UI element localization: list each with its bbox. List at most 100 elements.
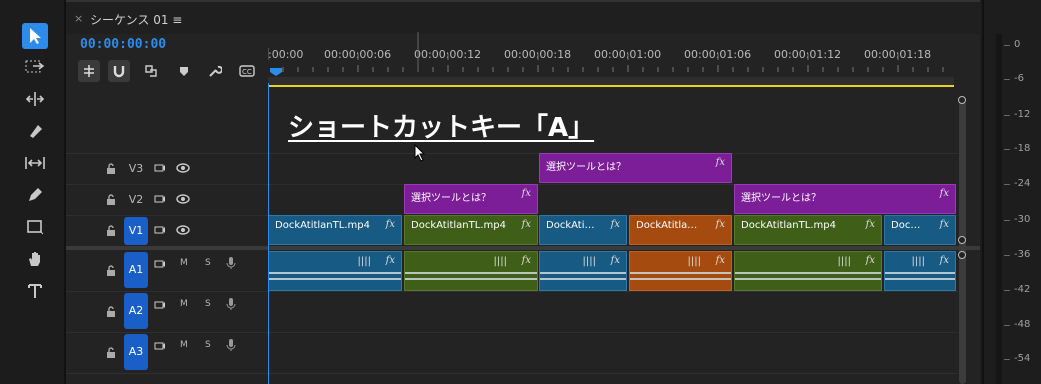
sync-lock-icon[interactable] [154,299,166,310]
eye-icon[interactable] [176,194,190,204]
clip-v1[interactable]: DockAtitlanTL.mp4 fx [734,215,882,245]
meter-label: -42 [1014,284,1031,295]
clip-v1[interactable]: DockAtitlanTL.mp4 fx [404,215,538,245]
sync-lock-icon[interactable] [154,340,166,351]
audio-meter-panel: 0 -6 -12 -18 -24 -30 -36 -42 -48 -54 [982,0,1041,384]
selection-arrow-icon [30,28,41,44]
track-header-a2[interactable]: A2 M S [66,291,268,332]
rectangle-button[interactable] [22,214,48,240]
track-name-selected[interactable]: A3 [124,334,148,370]
lock-icon[interactable] [106,347,116,358]
track-header-v3[interactable]: V3 [66,153,268,184]
hand-button[interactable] [22,246,48,272]
clip-v1[interactable]: Doc… fx [884,215,956,245]
scrollbar-handle-mid[interactable] [958,236,966,244]
meter-tick [1004,184,1010,185]
add-marker-button[interactable] [173,60,195,82]
audio-clip-a1[interactable]: |||| fx [629,251,732,291]
mute-button[interactable]: M [180,299,188,309]
audio-clip-a1[interactable]: |||| fx [884,251,956,291]
volume-line[interactable] [540,272,626,274]
audio-clip-a1[interactable]: |||| fx [404,251,538,291]
audio-clip-a1[interactable]: |||| fx [268,251,402,291]
lock-icon[interactable] [106,306,116,317]
mute-button[interactable]: M [180,258,188,268]
solo-button[interactable]: S [205,340,211,350]
sync-lock-icon[interactable] [154,224,166,235]
volume-line[interactable] [885,272,955,274]
solo-button[interactable]: S [205,258,211,268]
microphone-icon[interactable] [226,256,236,270]
microphone-icon[interactable] [226,297,236,311]
track-name-selected[interactable]: A1 [124,252,148,288]
volume-line[interactable] [630,272,731,274]
volume-line[interactable] [540,278,626,280]
track-header-a3[interactable]: A3 M S [66,332,268,373]
volume-line[interactable] [630,278,731,280]
clip-v1[interactable]: DockAtitla… fx [629,215,732,245]
clip-v2[interactable]: 選択ツールとは？ fx [734,184,956,214]
track-name-selected[interactable]: V1 [124,217,148,245]
playhead-line[interactable] [268,83,269,384]
track-name-selected[interactable]: A2 [124,293,148,329]
track-name[interactable]: V3 [125,162,147,175]
volume-line[interactable] [735,272,881,274]
razor-button[interactable] [22,118,48,144]
sync-lock-icon[interactable] [154,193,166,204]
volume-line[interactable] [735,278,881,280]
track-select-forward-button[interactable] [22,54,48,80]
pen-icon [29,188,42,201]
volume-line[interactable] [269,278,401,280]
clip-v1[interactable]: DockAtitlanTL.mp4 fx [268,215,402,245]
time-ruler[interactable]: :00:00 00:00:00:06 00:00:00:12 00:00:00:… [268,32,958,87]
meter-tick [1004,45,1010,46]
type-button[interactable] [22,278,48,304]
ripple-edit-button[interactable] [22,86,48,112]
captions-button[interactable]: CC [236,60,258,82]
microphone-icon[interactable] [226,338,236,352]
fx-badge: fx [865,219,875,230]
clip-area[interactable]: ショートカットキー「A」 選択ツールとは？ fx 選択ツールとは？ fx 選択ツ… [268,83,958,384]
track-select-forward-icon [25,60,45,73]
sequence-tab-title[interactable]: シーケンス 01 ≡ [90,11,182,28]
mute-button[interactable]: M [180,340,188,350]
clip-label: DockAtitlanTL.mp4 [275,220,370,231]
lock-icon[interactable] [106,194,116,205]
linked-selection-button[interactable] [140,60,162,82]
track-header-v1[interactable]: V1 [66,215,268,246]
lock-icon[interactable] [106,163,116,174]
tab-close-button[interactable]: × [74,12,83,25]
eye-icon[interactable] [176,163,190,173]
slip-button[interactable] [22,150,48,176]
clip-v2[interactable]: 選択ツールとは？ fx [404,184,538,214]
playhead-timecode[interactable]: 00:00:00:00 [80,37,166,52]
lock-icon[interactable] [106,225,116,236]
sync-lock-icon[interactable] [154,162,166,173]
track-header-a1[interactable]: A1 M S [66,250,268,291]
clip-v1[interactable]: DockAti… fx [539,215,627,245]
fx-badge: fx [939,188,949,199]
pen-button[interactable] [22,182,48,208]
meter-bar [996,34,1002,384]
volume-line[interactable] [405,272,537,274]
volume-line[interactable] [269,272,401,274]
lock-icon[interactable] [106,265,116,276]
clip-v3[interactable]: 選択ツールとは？ fx [539,153,732,183]
audio-clip-a1[interactable]: |||| fx [539,251,627,291]
solo-button[interactable]: S [205,299,211,309]
volume-line[interactable] [405,278,537,280]
selection-tool-button[interactable] [22,23,48,49]
waveform-icon: |||| [493,256,507,267]
snap-button[interactable] [108,60,130,82]
fx-badge: fx [715,219,725,230]
scrollbar-handle-top[interactable] [958,96,966,104]
volume-line[interactable] [885,278,955,280]
sync-lock-icon[interactable] [154,258,166,269]
track-name[interactable]: V2 [125,193,147,206]
insert-nest-button[interactable] [78,60,100,82]
audio-clip-a1[interactable]: |||| fx [734,251,882,291]
eye-icon[interactable] [176,225,190,235]
timeline-settings-button[interactable] [204,60,226,82]
track-header-v2[interactable]: V2 [66,184,268,215]
scrollbar-handle-audio[interactable] [958,251,966,259]
